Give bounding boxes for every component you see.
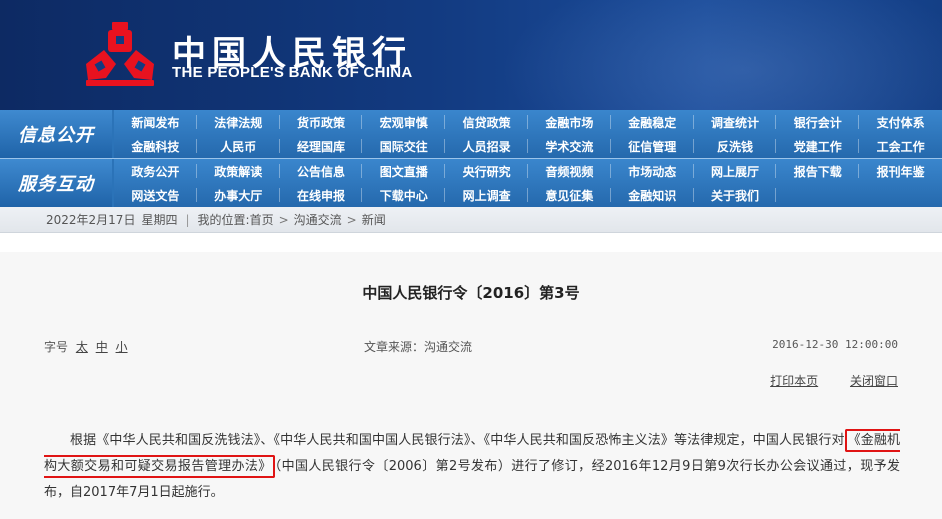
nav-item[interactable]: 在线申报 — [280, 183, 363, 207]
font-size-small-link[interactable]: 小 — [116, 340, 128, 354]
nav-item[interactable]: 报告下载 — [776, 159, 859, 183]
nav-item[interactable]: 下载中心 — [362, 183, 445, 207]
article-body: 根据《中华人民共和国反洗钱法》、《中华人民共和国中国人民银行法》、《中华人民共和… — [44, 428, 900, 506]
font-size-controls: 字号 太 中 小 — [44, 338, 128, 355]
nav-item[interactable]: 银行会计 — [776, 110, 859, 134]
nav-item[interactable]: 货币政策 — [280, 110, 363, 134]
nav-item[interactable]: 市场动态 — [611, 159, 694, 183]
main-navigation: 信息公开 新闻发布 法律法规 货币政策 宏观审慎 信贷政策 金融市场 金融稳定 调查统计 银行会… — [0, 110, 942, 207]
close-window-link[interactable]: 关闭窗口 — [850, 374, 898, 388]
nav-item[interactable]: 关于我们 — [694, 183, 777, 207]
nav-item[interactable]: 支付体系 — [859, 110, 942, 134]
nav-grid-info: 新闻发布 法律法规 货币政策 宏观审慎 信贷政策 金融市场 金融稳定 调查统计 银行会计 支付体系… — [114, 110, 942, 158]
nav-item[interactable]: 图文直播 — [362, 159, 445, 183]
breadcrumb-divider: | — [185, 212, 190, 227]
nav-item[interactable]: 经理国库 — [280, 134, 363, 158]
breadcrumb-home-link[interactable]: 首页 — [250, 211, 274, 228]
nav-item[interactable]: 党建工作 — [776, 134, 859, 158]
nav-section-label-service[interactable]: 服务互动 — [0, 159, 112, 207]
article-title: 中国人民银行令〔2016〕第3号 — [362, 284, 580, 302]
breadcrumb-news-link[interactable]: 新闻 — [362, 211, 386, 228]
nav-item[interactable]: 金融稳定 — [611, 110, 694, 134]
header-banner: 中国人民银行 THE PEOPLE'S BANK OF CHINA — [0, 0, 942, 110]
breadcrumb-communication-link[interactable]: 沟通交流 — [294, 211, 342, 228]
bank-name-english: THE PEOPLE'S BANK OF CHINA — [172, 64, 413, 81]
nav-item[interactable]: 调查统计 — [694, 110, 777, 134]
pboc-logo-icon[interactable] — [82, 20, 158, 88]
source-value: 沟通交流 — [424, 340, 473, 354]
nav-item[interactable]: 政务公开 — [114, 159, 197, 183]
nav-item[interactable]: 网上调查 — [445, 183, 528, 207]
nav-item[interactable]: 网上展厅 — [694, 159, 777, 183]
article-meta: 字号 太 中 小 文章来源：沟通交流 2016-12-30 12:00:00 — [44, 338, 898, 354]
nav-item[interactable]: 征信管理 — [611, 134, 694, 158]
nav-section-service: 服务互动 政务公开 政策解读 公告信息 图文直播 央行研究 音频视频 市场动态 网上展厅 报告下… — [0, 159, 942, 207]
breadcrumb: 2022年2月17日 星期四 | 我的位置: 首页 > 沟通交流 > 新闻 — [0, 207, 942, 233]
nav-item[interactable]: 信贷政策 — [445, 110, 528, 134]
nav-item[interactable]: 法律法规 — [197, 110, 280, 134]
nav-item[interactable]: 新闻发布 — [114, 110, 197, 134]
print-page-link[interactable]: 打印本页 — [770, 374, 818, 388]
nav-item[interactable]: 公告信息 — [280, 159, 363, 183]
article-actions: 打印本页 关闭窗口 — [742, 372, 898, 389]
body-text-part1: 根据《中华人民共和国反洗钱法》、《中华人民共和国中国人民银行法》、《中华人民共和… — [70, 433, 845, 448]
article-source: 文章来源：沟通交流 — [364, 338, 472, 355]
font-size-medium-link[interactable]: 中 — [96, 340, 108, 354]
nav-item[interactable]: 国际交往 — [362, 134, 445, 158]
nav-item[interactable]: 工会工作 — [859, 134, 942, 158]
nav-item[interactable]: 人员招录 — [445, 134, 528, 158]
nav-item[interactable]: 宏观审慎 — [362, 110, 445, 134]
nav-item[interactable]: 金融科技 — [114, 134, 197, 158]
location-prefix: 我的位置: — [197, 213, 250, 227]
font-size-large-link[interactable]: 太 — [76, 340, 88, 354]
current-date: 2022年2月17日 — [46, 213, 136, 227]
source-label: 文章来源： — [364, 340, 425, 354]
nav-item[interactable]: 办事大厅 — [197, 183, 280, 207]
nav-item[interactable]: 人民币 — [197, 134, 280, 158]
nav-item[interactable]: 央行研究 — [445, 159, 528, 183]
nav-item[interactable]: 网送文告 — [114, 183, 197, 207]
nav-item[interactable]: 学术交流 — [528, 134, 611, 158]
nav-grid-service: 政务公开 政策解读 公告信息 图文直播 央行研究 音频视频 市场动态 网上展厅 报告下载 报刊年鉴… — [114, 159, 942, 207]
breadcrumb-arrow: > — [278, 212, 289, 227]
nav-item[interactable]: 金融知识 — [611, 183, 694, 207]
article-datetime: 2016-12-30 12:00:00 — [772, 338, 898, 351]
breadcrumb-arrow: > — [346, 212, 357, 227]
article-container: 中国人民银行令〔2016〕第3号 字号 太 中 小 文章来源：沟通交流 2016… — [0, 252, 942, 519]
nav-item[interactable]: 政策解读 — [197, 159, 280, 183]
nav-item[interactable]: 反洗钱 — [694, 134, 777, 158]
nav-item[interactable]: 报刊年鉴 — [859, 159, 942, 183]
nav-section-info: 信息公开 新闻发布 法律法规 货币政策 宏观审慎 信贷政策 金融市场 金融稳定 调查统计 银行会… — [0, 110, 942, 158]
current-weekday: 星期四 — [141, 213, 178, 227]
nav-item[interactable]: 意见征集 — [528, 183, 611, 207]
nav-section-label-info[interactable]: 信息公开 — [0, 110, 112, 158]
nav-item[interactable]: 音频视频 — [528, 159, 611, 183]
font-size-label: 字号 — [44, 340, 69, 354]
nav-item[interactable]: 金融市场 — [528, 110, 611, 134]
